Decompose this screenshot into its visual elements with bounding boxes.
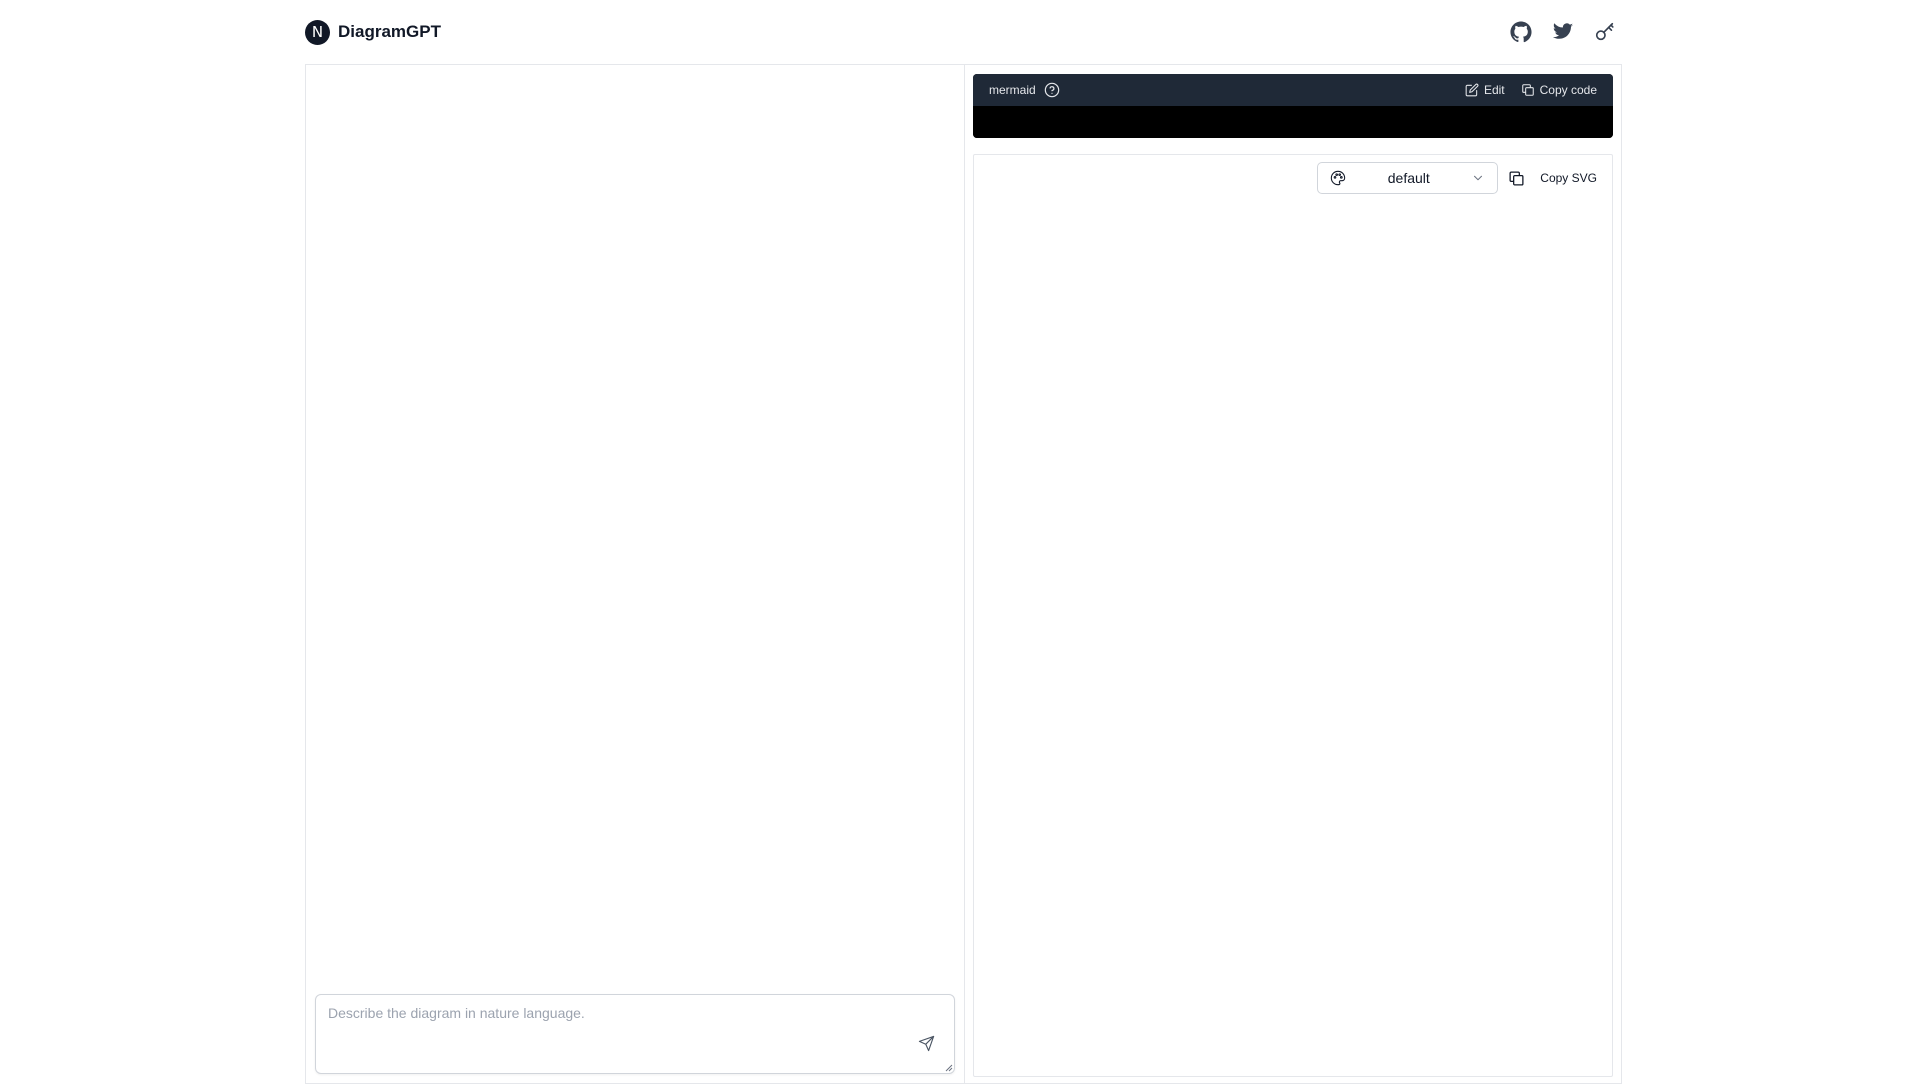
logo-icon: N (305, 19, 330, 45)
workspace: mermaid Edit Copy code (305, 64, 1622, 1084)
code-language: mermaid (989, 82, 1060, 98)
output-pane: mermaid Edit Copy code default Copy SVG (965, 65, 1621, 1083)
twitter-icon[interactable] (1552, 21, 1574, 43)
copy-svg-icon[interactable] (1508, 169, 1526, 187)
chat-pane (306, 65, 965, 1083)
code-toolbar: mermaid Edit Copy code (973, 74, 1613, 106)
app-title: DiagramGPT (338, 22, 441, 41)
copy-code-label: Copy code (1539, 83, 1597, 97)
theme-value: default (1387, 170, 1430, 186)
language-label: mermaid (989, 83, 1036, 97)
code-panel: mermaid Edit Copy code (973, 74, 1613, 138)
brand[interactable]: N DiagramGPT (305, 19, 441, 45)
diagram-preview: default Copy SVG (973, 154, 1613, 1077)
code-content[interactable] (973, 106, 1613, 138)
copy-svg-button[interactable]: Copy SVG (1536, 171, 1597, 185)
prompt-input[interactable] (316, 995, 954, 1073)
palette-icon (1331, 170, 1346, 186)
copy-code-button[interactable]: Copy code (1521, 83, 1597, 97)
edit-button[interactable]: Edit (1465, 83, 1505, 97)
chat-box (315, 994, 955, 1074)
app-header: N DiagramGPT (305, 0, 1620, 64)
key-icon[interactable] (1594, 21, 1616, 43)
header-actions (1510, 21, 1620, 43)
resize-handle-icon[interactable] (943, 1062, 953, 1072)
github-icon[interactable] (1510, 21, 1532, 43)
send-icon (918, 1035, 934, 1051)
help-icon[interactable] (1044, 82, 1060, 98)
edit-icon (1465, 83, 1479, 97)
send-button[interactable] (916, 1033, 936, 1053)
copy-icon (1521, 84, 1534, 96)
edit-label: Edit (1483, 83, 1505, 97)
code-actions: Edit Copy code (1465, 83, 1597, 97)
preview-toolbar: default Copy SVG (1317, 162, 1597, 194)
theme-select[interactable]: default (1317, 162, 1499, 194)
chevron-down-icon (1474, 175, 1483, 181)
